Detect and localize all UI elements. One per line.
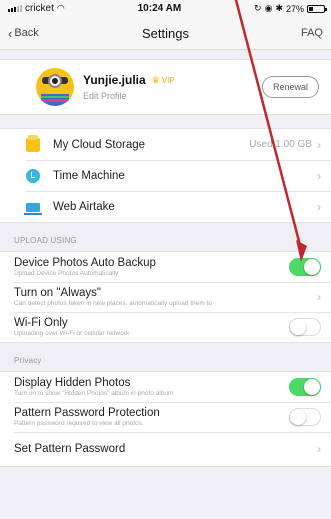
avatar-pupil — [52, 78, 58, 84]
vip-badge: ♛ VIP — [152, 75, 175, 86]
row-label: Device Photos Auto Backup — [14, 256, 156, 269]
auto-backup-toggle[interactable] — [289, 258, 321, 276]
pattern-password-toggle[interactable] — [289, 408, 321, 426]
location-icon: ◉ — [264, 3, 273, 13]
nav-bar: ‹ Back Settings FAQ — [0, 17, 331, 50]
row-right: › — [317, 290, 321, 304]
chevron-left-icon: ‹ — [8, 25, 13, 41]
back-label: Back — [14, 27, 39, 39]
profile-row[interactable]: Yunjie.julia ♛ VIP Edit Profile Renewal — [0, 59, 331, 115]
avatar-stripe — [41, 99, 69, 102]
chevron-right-icon: › — [317, 442, 321, 456]
list-item-cloud-storage[interactable]: My Cloud Storage Used 1.00 GB › — [0, 129, 331, 160]
chevron-right-icon: › — [317, 290, 321, 304]
row-label: Display Hidden Photos — [14, 376, 131, 389]
row-sub: Turn on to show "Hidden Photos" album in… — [14, 389, 174, 397]
page-title: Settings — [142, 25, 189, 41]
time-machine-icon — [26, 168, 40, 183]
row-sub: Upload Device Photos Automatically — [14, 269, 119, 277]
row-label: My Cloud Storage — [53, 138, 146, 151]
list-item-pattern-password-protection[interactable]: Pattern Password Protection Pattern pass… — [0, 402, 331, 432]
display-hidden-photos-toggle[interactable] — [289, 378, 321, 396]
vip-label: VIP — [161, 75, 175, 85]
row-sub: Uploading over Wi-Fi or cellular network — [14, 329, 130, 337]
list-item-time-machine[interactable]: Time Machine › — [0, 160, 331, 191]
row-text: Turn on "Always" Can detect photos taken… — [14, 287, 212, 308]
faq-button[interactable]: FAQ — [301, 27, 323, 39]
renewal-button[interactable]: Renewal — [261, 76, 319, 98]
avatar-stripe — [41, 96, 69, 98]
profile-info: Yunjie.julia ♛ VIP Edit Profile — [83, 73, 175, 101]
status-time: 10:24 AM — [137, 3, 182, 14]
list-item-display-hidden-photos[interactable]: Display Hidden Photos Turn on to show "H… — [0, 372, 331, 402]
row-right: › — [317, 169, 321, 183]
avatar[interactable] — [36, 68, 74, 106]
storage-used-value: Used 1.00 GB — [249, 139, 312, 150]
battery-percent: 27% — [285, 3, 304, 14]
signal-icon — [8, 5, 22, 12]
row-label: Pattern Password Protection — [14, 406, 160, 419]
row-label: Time Machine — [53, 169, 125, 182]
bluetooth-icon: ✱ — [275, 3, 283, 13]
carrier-label: cricket — [25, 3, 54, 14]
chevron-right-icon: › — [317, 137, 321, 152]
battery-icon — [307, 4, 327, 13]
section-header-privacy: Privacy — [14, 356, 42, 365]
row-text: Device Photos Auto Backup Upload Device … — [14, 257, 156, 278]
list-item-set-pattern-password[interactable]: Set Pattern Password › — [0, 432, 331, 466]
list-item-auto-backup[interactable]: Device Photos Auto Backup Upload Device … — [0, 252, 331, 282]
web-airtake-icon — [24, 203, 42, 215]
row-text: Pattern Password Protection Pattern pass… — [14, 407, 160, 428]
list-item-web-airtake[interactable]: Web Airtake › — [0, 191, 331, 222]
row-right: › — [317, 442, 321, 456]
status-right: ↻ ◉ ✱ 27% — [254, 3, 327, 14]
row-text: Set Pattern Password — [14, 443, 125, 455]
row-label: Web Airtake — [53, 200, 115, 213]
list-item-wifi-only[interactable]: Wi-Fi Only Uploading over Wi-Fi or cellu… — [0, 312, 331, 342]
wifi-only-toggle[interactable] — [289, 318, 321, 336]
section-header-upload: UPLOAD USING — [14, 236, 77, 245]
storage-group: My Cloud Storage Used 1.00 GB › Time Mac… — [0, 128, 331, 223]
row-sub: Can detect photos taken in new places, a… — [14, 299, 213, 307]
chevron-right-icon: › — [317, 168, 321, 183]
wifi-icon: ◠ — [56, 3, 65, 13]
status-bar: cricket ◠ 10:24 AM ↻ ◉ ✱ 27% — [0, 0, 331, 17]
lock-rotation-icon: ↻ — [254, 3, 262, 13]
chevron-right-icon: › — [317, 199, 321, 214]
settings-screen: cricket ◠ 10:24 AM ↻ ◉ ✱ 27% ‹ Back Sett… — [0, 0, 331, 519]
privacy-group: Display Hidden Photos Turn on to show "H… — [0, 371, 331, 467]
row-label: Turn on "Always" — [14, 286, 101, 299]
profile-name: Yunjie.julia — [83, 73, 146, 87]
profile-name-row: Yunjie.julia ♛ VIP — [83, 73, 175, 87]
crown-icon: ♛ — [151, 74, 160, 85]
row-text: Wi-Fi Only Uploading over Wi-Fi or cellu… — [14, 317, 129, 338]
cloud-storage-icon — [26, 134, 40, 152]
row-text: Display Hidden Photos Turn on to show "H… — [14, 377, 173, 398]
row-right: Used 1.00 GB › — [249, 138, 321, 152]
row-sub: Pattern password required to view all ph… — [14, 419, 144, 427]
status-left: cricket ◠ — [8, 3, 65, 14]
row-label: Set Pattern Password — [14, 443, 126, 455]
upload-group: Device Photos Auto Backup Upload Device … — [0, 251, 331, 343]
row-label: Wi-Fi Only — [14, 316, 68, 329]
row-right: › — [317, 200, 321, 214]
list-item-turn-on-always[interactable]: Turn on "Always" Can detect photos taken… — [0, 282, 331, 312]
back-button[interactable]: ‹ Back — [8, 26, 39, 41]
edit-profile-link[interactable]: Edit Profile — [83, 91, 175, 101]
bottom-spacer — [0, 467, 331, 481]
